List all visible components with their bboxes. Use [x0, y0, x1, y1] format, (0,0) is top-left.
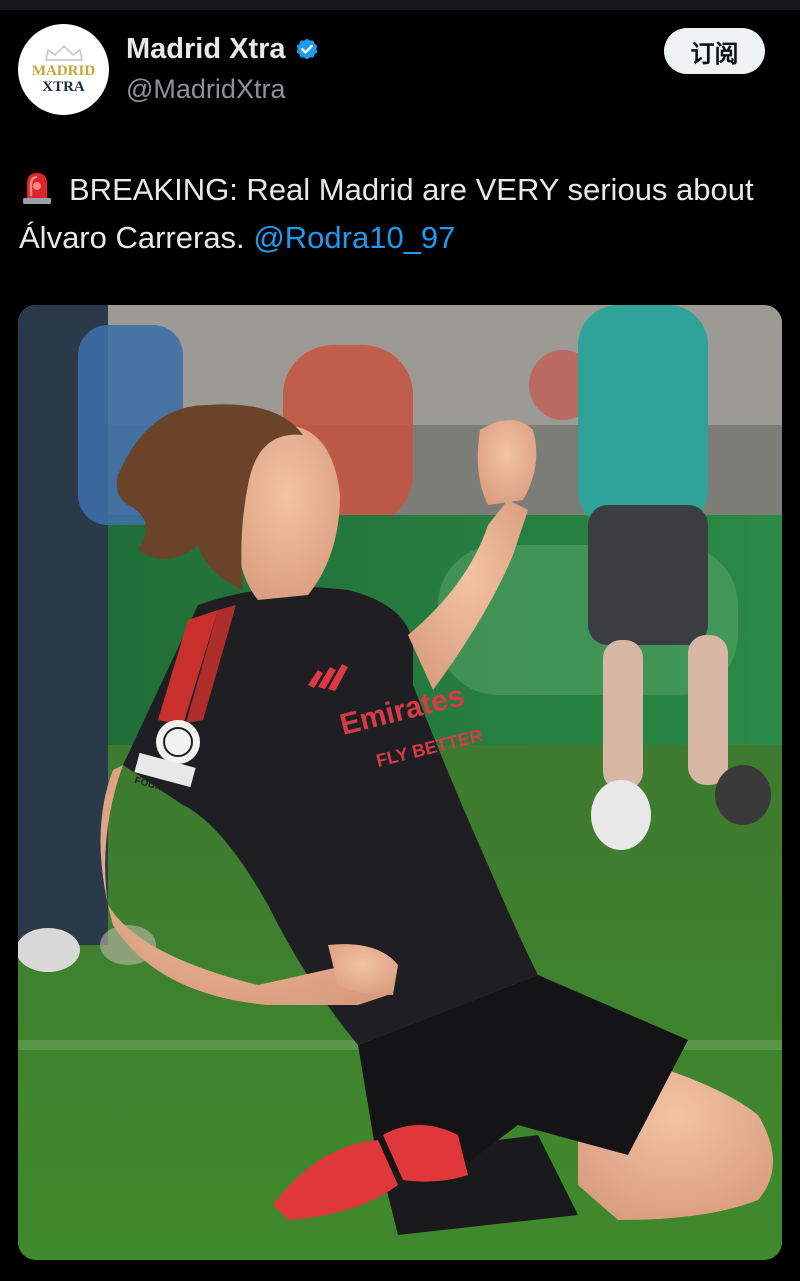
tweet-screen: MADRID XTRA Madrid Xtra @MadridXtra 订阅 B…	[0, 0, 800, 1281]
verified-badge-icon	[296, 38, 317, 59]
author-name-row[interactable]: Madrid Xtra	[126, 33, 320, 66]
author-name[interactable]: Madrid Xtra	[126, 33, 286, 66]
status-strip	[0, 0, 800, 10]
tweet-photo[interactable]: Emirates FLY BETTER FOUNDATION	[18, 305, 782, 1260]
avatar-logo-line2: XTRA	[42, 79, 85, 95]
mention-link[interactable]: @Rodra10_97	[253, 220, 455, 255]
author-handle[interactable]: @MadridXtra	[126, 74, 285, 105]
player-photo: Emirates FLY BETTER FOUNDATION	[18, 305, 782, 1260]
avatar[interactable]: MADRID XTRA	[18, 24, 109, 115]
crown-icon	[44, 44, 83, 61]
avatar-logo-line1: MADRID	[31, 63, 96, 79]
bottom-strip	[0, 1268, 800, 1281]
subscribe-button[interactable]: 订阅	[664, 28, 765, 74]
tweet-text: BREAKING: Real Madrid are VERY serious a…	[19, 166, 779, 262]
rotating-light-icon	[23, 173, 51, 204]
